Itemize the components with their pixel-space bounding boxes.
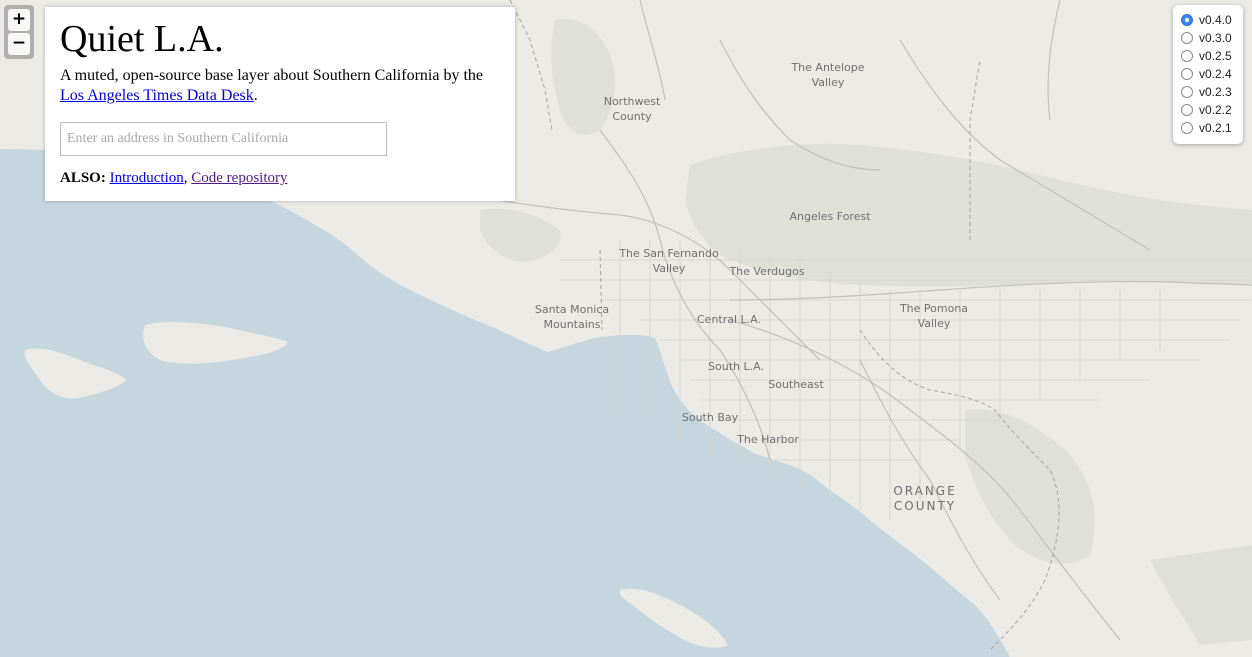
version-option[interactable]: v0.2.3 (1181, 83, 1243, 101)
region-label-south-la: South L.A. (708, 360, 764, 373)
version-selector: v0.4.0 v0.3.0 v0.2.5 v0.2.4 v0.2.3 v0.2.… (1173, 5, 1243, 144)
region-label-pomona-valley: The Pomona Valley (899, 302, 969, 330)
region-label-verdugos: The Verdugos (729, 265, 805, 278)
radio-icon[interactable] (1181, 122, 1193, 134)
version-label: v0.2.1 (1199, 121, 1232, 135)
radio-icon[interactable] (1181, 50, 1193, 62)
version-option[interactable]: v0.2.1 (1181, 119, 1243, 137)
region-label-central-la: Central L.A. (696, 313, 762, 326)
region-label-santa-monica-mountains: Santa Monica Mountains (534, 303, 610, 331)
radio-icon[interactable] (1181, 32, 1193, 44)
also-label: ALSO: (60, 170, 106, 186)
zoom-out-button[interactable]: − (8, 33, 30, 55)
info-panel: Quiet L.A. A muted, open-source base lay… (45, 7, 515, 201)
radio-icon[interactable] (1181, 68, 1193, 80)
region-label-northwest-county: Northwest County (603, 95, 661, 123)
description-end: . (253, 87, 258, 104)
version-label: v0.2.5 (1199, 49, 1232, 63)
radio-icon[interactable] (1181, 104, 1193, 116)
version-option[interactable]: v0.2.2 (1181, 101, 1243, 119)
version-option[interactable]: v0.4.0 (1181, 11, 1243, 29)
zoom-control: + − (4, 5, 34, 59)
also-links: ALSO: Introduction, Code repository (60, 168, 500, 188)
version-label: v0.4.0 (1199, 13, 1232, 27)
region-label-south-bay: South Bay (681, 411, 739, 424)
link-separator: , (183, 170, 188, 186)
code-repository-link[interactable]: Code repository (191, 170, 287, 186)
version-option[interactable]: v0.2.4 (1181, 65, 1243, 83)
radio-icon[interactable] (1181, 14, 1193, 26)
description: A muted, open-source base layer about So… (60, 66, 500, 106)
page-title: Quiet L.A. (60, 18, 224, 60)
region-label-harbor: The Harbor (737, 433, 799, 446)
version-option[interactable]: v0.3.0 (1181, 29, 1243, 47)
data-desk-link[interactable]: Los Angeles Times Data Desk (60, 87, 254, 104)
version-label: v0.2.2 (1199, 103, 1232, 117)
introduction-link[interactable]: Introduction (110, 170, 184, 186)
radio-icon[interactable] (1181, 86, 1193, 98)
region-label-san-fernando-valley: The San Fernando Valley (619, 247, 719, 275)
zoom-in-button[interactable]: + (8, 9, 30, 31)
region-label-southeast: Southeast (768, 378, 824, 391)
version-label: v0.2.3 (1199, 85, 1232, 99)
county-label-orange-county: ORANGE COUNTY (893, 484, 957, 513)
description-text: A muted, open-source base layer about So… (60, 67, 483, 84)
version-option[interactable]: v0.2.5 (1181, 47, 1243, 65)
address-search-input[interactable] (60, 122, 387, 156)
region-label-angeles-forest: Angeles Forest (789, 210, 871, 223)
version-label: v0.3.0 (1199, 31, 1232, 45)
region-label-antelope-valley: The Antelope Valley (791, 61, 865, 89)
version-label: v0.2.4 (1199, 67, 1232, 81)
